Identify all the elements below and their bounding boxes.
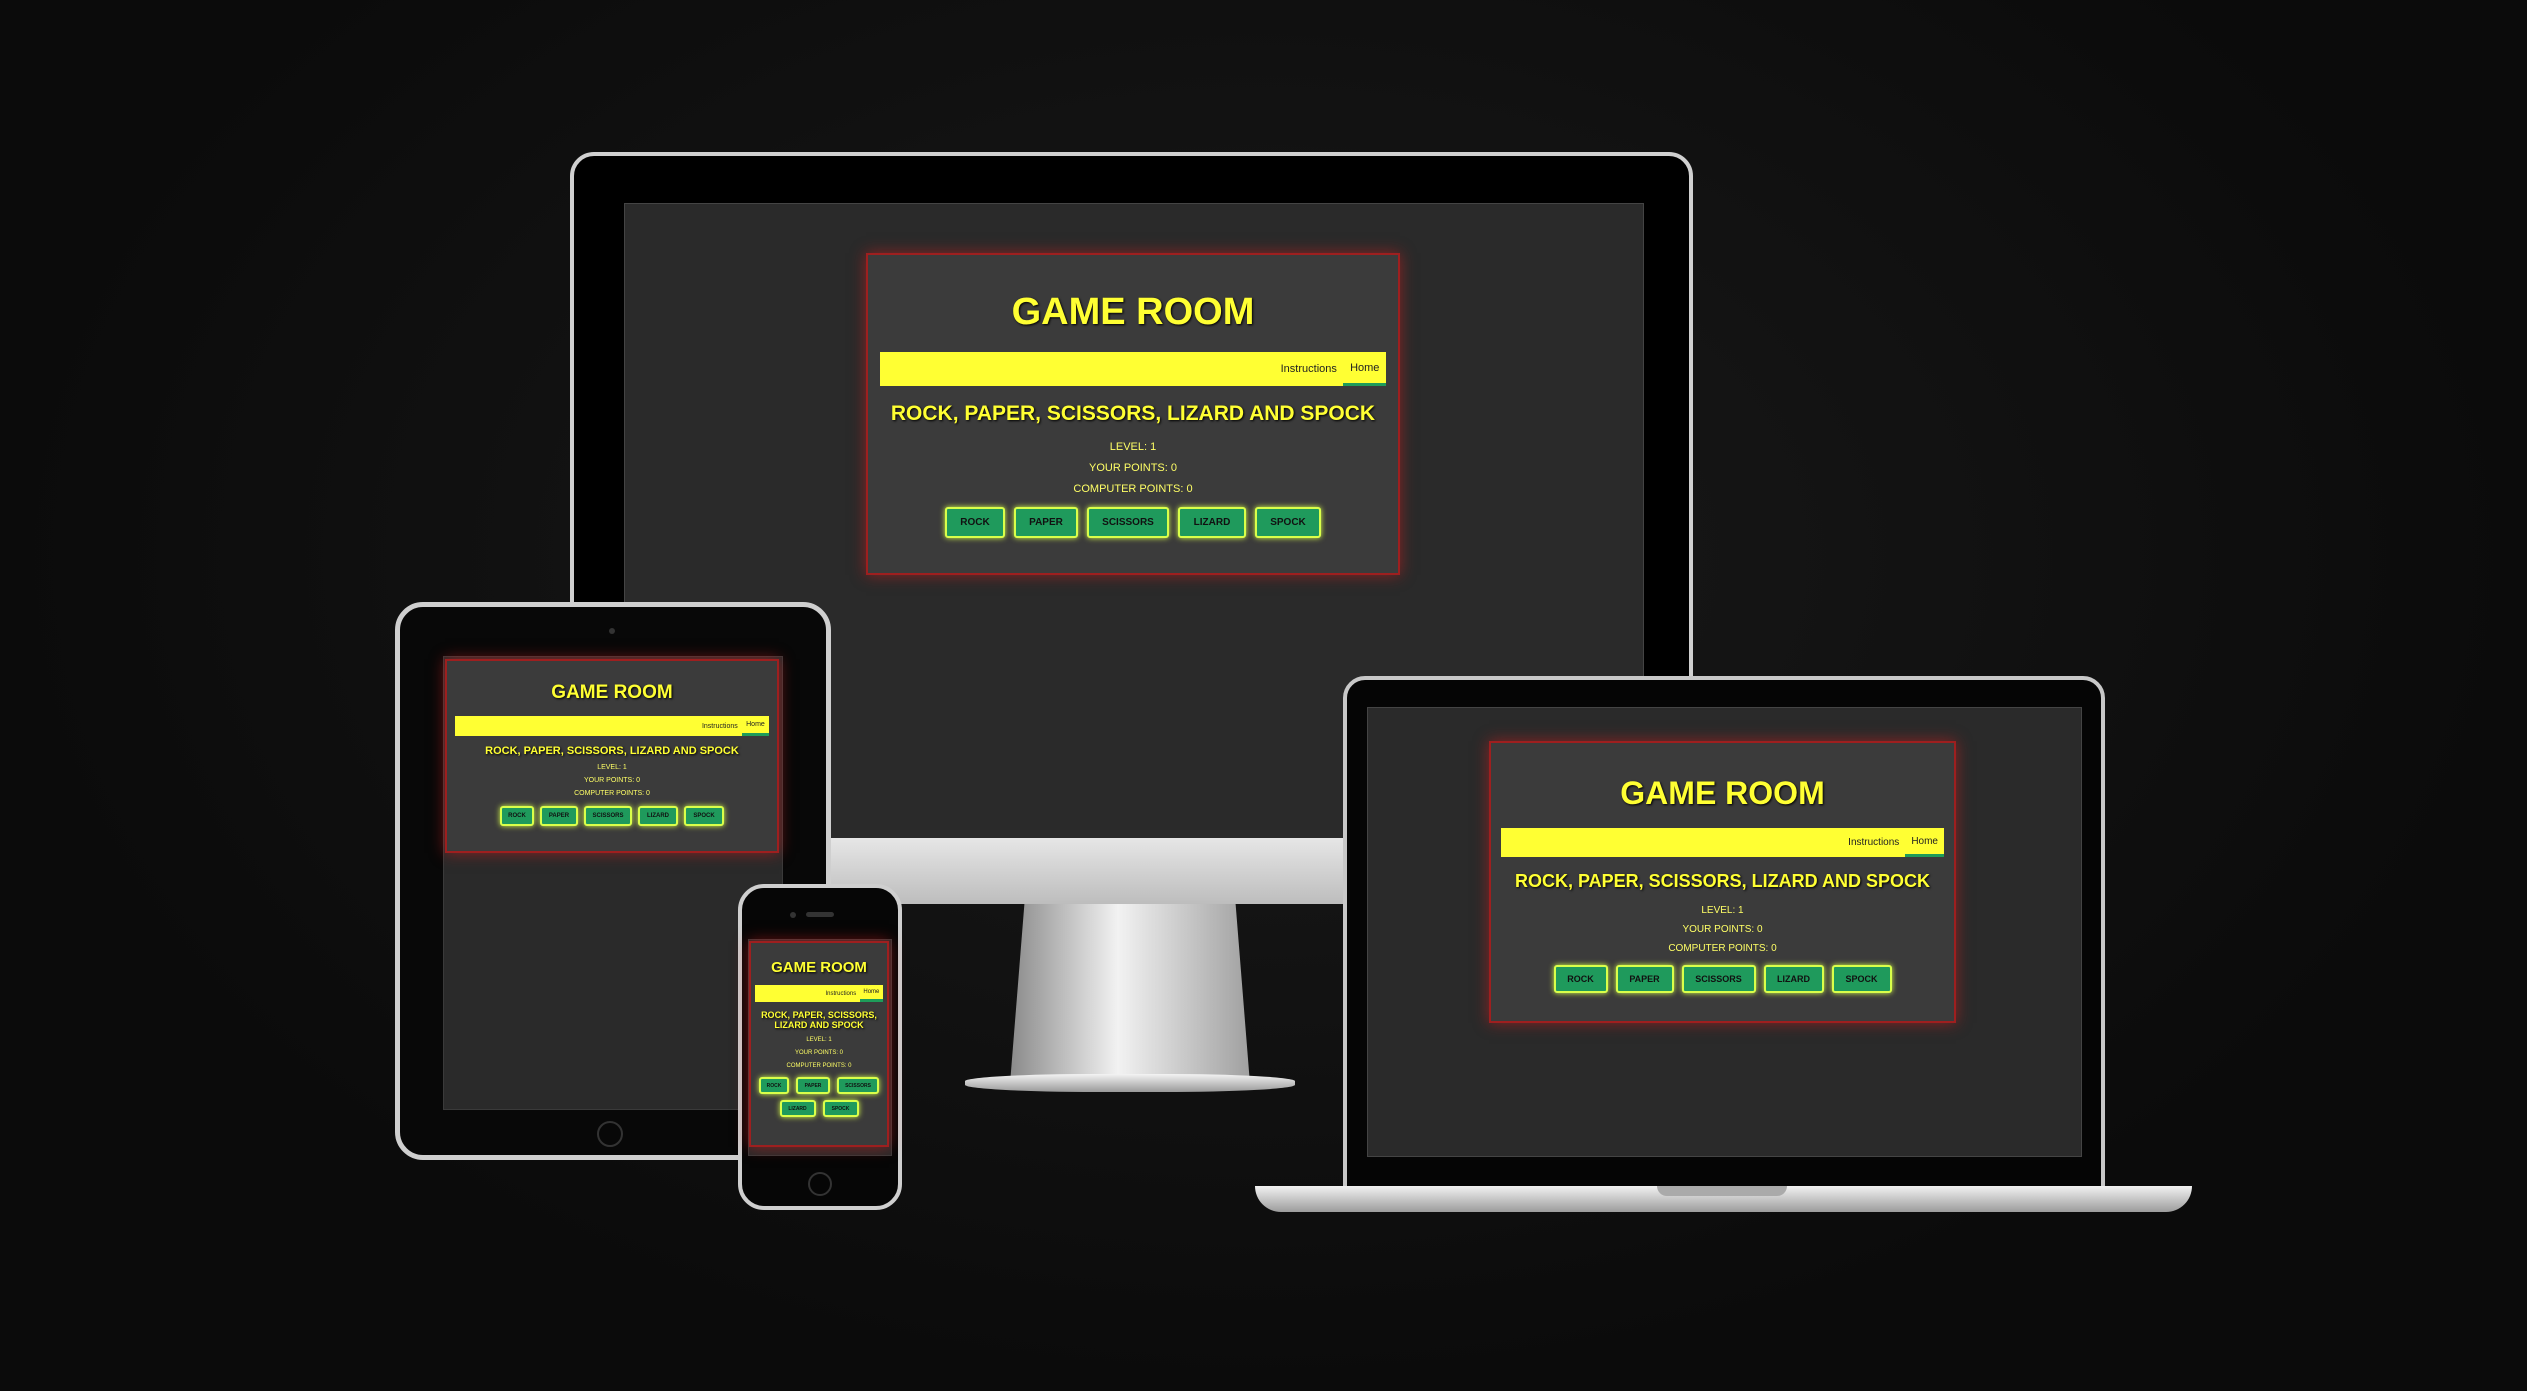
level-text: LEVEL: 1 bbox=[597, 764, 627, 771]
nav-bar: Instructions Home bbox=[455, 716, 769, 736]
game-subtitle: ROCK, PAPER, SCISSORS, LIZARD AND SPOCK bbox=[890, 402, 1376, 425]
monitor-stand bbox=[1010, 904, 1250, 1084]
your-points-text: YOUR POINTS: 0 bbox=[794, 1050, 843, 1056]
rock-button[interactable]: ROCK bbox=[500, 806, 534, 826]
paper-button[interactable]: PAPER bbox=[1615, 965, 1674, 993]
nav-instructions[interactable]: Instructions bbox=[1842, 828, 1905, 857]
spock-button[interactable]: SPOCK bbox=[684, 806, 724, 826]
game-subtitle: ROCK, PAPER, SCISSORS, LIZARD AND SPOCK bbox=[761, 1010, 877, 1030]
lizard-button[interactable]: LIZARD bbox=[779, 1100, 816, 1117]
phone-speaker-icon bbox=[806, 912, 834, 917]
nav-instructions[interactable]: Instructions bbox=[1274, 352, 1343, 386]
scissors-button[interactable]: SCISSORS bbox=[837, 1077, 879, 1094]
nav-home[interactable]: Home bbox=[1905, 828, 1944, 857]
computer-points-text: COMPUTER POINTS: 0 bbox=[1668, 943, 1777, 954]
spock-button[interactable]: SPOCK bbox=[1831, 965, 1892, 993]
game-subtitle: ROCK, PAPER, SCISSORS, LIZARD AND SPOCK bbox=[485, 745, 739, 757]
paper-button[interactable]: PAPER bbox=[796, 1077, 830, 1094]
choice-buttons: ROCK PAPER SCISSORS LIZARD SPOCK bbox=[1491, 965, 1954, 993]
laptop-notch bbox=[1657, 1186, 1787, 1196]
choice-buttons: ROCK PAPER SCISSORS LIZARD SPOCK bbox=[868, 507, 1398, 538]
choice-buttons: ROCK PAPER SCISSORS LIZARD SPOCK bbox=[447, 806, 777, 826]
game-subtitle: ROCK, PAPER, SCISSORS, LIZARD AND SPOCK bbox=[1514, 871, 1931, 891]
your-points-text: YOUR POINTS: 0 bbox=[1088, 462, 1178, 474]
nav-home[interactable]: Home bbox=[859, 985, 883, 1002]
game-title: GAME ROOM bbox=[771, 959, 867, 976]
phone-camera-icon bbox=[790, 912, 796, 918]
paper-button[interactable]: PAPER bbox=[540, 806, 578, 826]
rock-button[interactable]: ROCK bbox=[1553, 965, 1608, 993]
nav-instructions[interactable]: Instructions bbox=[822, 985, 860, 1002]
scissors-button[interactable]: SCISSORS bbox=[1087, 507, 1169, 538]
rock-button[interactable]: ROCK bbox=[945, 507, 1005, 538]
nav-bar: Instructions Home bbox=[755, 985, 883, 1002]
computer-points-text: COMPUTER POINTS: 0 bbox=[1073, 483, 1193, 495]
game-card-tablet: GAME ROOM Instructions Home ROCK, PAPER,… bbox=[445, 659, 779, 853]
nav-home[interactable]: Home bbox=[1343, 352, 1386, 386]
phone-home-button bbox=[808, 1172, 832, 1196]
lizard-button[interactable]: LIZARD bbox=[1178, 507, 1246, 538]
nav-home[interactable]: Home bbox=[741, 716, 769, 736]
game-title: GAME ROOM bbox=[1620, 775, 1825, 811]
your-points-text: YOUR POINTS: 0 bbox=[1682, 924, 1763, 935]
game-card-phone: GAME ROOM Instructions Home ROCK, PAPER,… bbox=[749, 941, 889, 1147]
game-card-monitor: GAME ROOM Instructions Home ROCK, PAPER,… bbox=[866, 253, 1400, 575]
spock-button[interactable]: SPOCK bbox=[822, 1100, 859, 1117]
spock-button[interactable]: SPOCK bbox=[1255, 507, 1321, 538]
nav-instructions[interactable]: Instructions bbox=[698, 716, 742, 736]
level-text: LEVEL: 1 bbox=[806, 1037, 832, 1043]
scissors-button[interactable]: SCISSORS bbox=[584, 806, 632, 826]
game-card-laptop: GAME ROOM Instructions Home ROCK, PAPER,… bbox=[1489, 741, 1956, 1023]
lizard-button[interactable]: LIZARD bbox=[638, 806, 678, 826]
level-text: LEVEL: 1 bbox=[1701, 905, 1744, 916]
nav-bar: Instructions Home bbox=[1501, 828, 1944, 857]
tablet-home-button bbox=[597, 1121, 623, 1147]
game-title: GAME ROOM bbox=[1011, 291, 1255, 333]
nav-bar: Instructions Home bbox=[880, 352, 1386, 386]
tablet-camera-icon bbox=[609, 628, 615, 634]
computer-points-text: COMPUTER POINTS: 0 bbox=[574, 790, 650, 797]
paper-button[interactable]: PAPER bbox=[1014, 507, 1078, 538]
computer-points-text: COMPUTER POINTS: 0 bbox=[786, 1063, 852, 1069]
choice-buttons: ROCK PAPER SCISSORS LIZARD SPOCK bbox=[759, 1077, 879, 1117]
your-points-text: YOUR POINTS: 0 bbox=[583, 777, 640, 784]
game-title: GAME ROOM bbox=[551, 682, 673, 703]
level-text: LEVEL: 1 bbox=[1109, 441, 1157, 453]
scissors-button[interactable]: SCISSORS bbox=[1681, 965, 1756, 993]
lizard-button[interactable]: LIZARD bbox=[1763, 965, 1824, 993]
monitor-foot bbox=[965, 1074, 1295, 1092]
rock-button[interactable]: ROCK bbox=[759, 1077, 789, 1094]
